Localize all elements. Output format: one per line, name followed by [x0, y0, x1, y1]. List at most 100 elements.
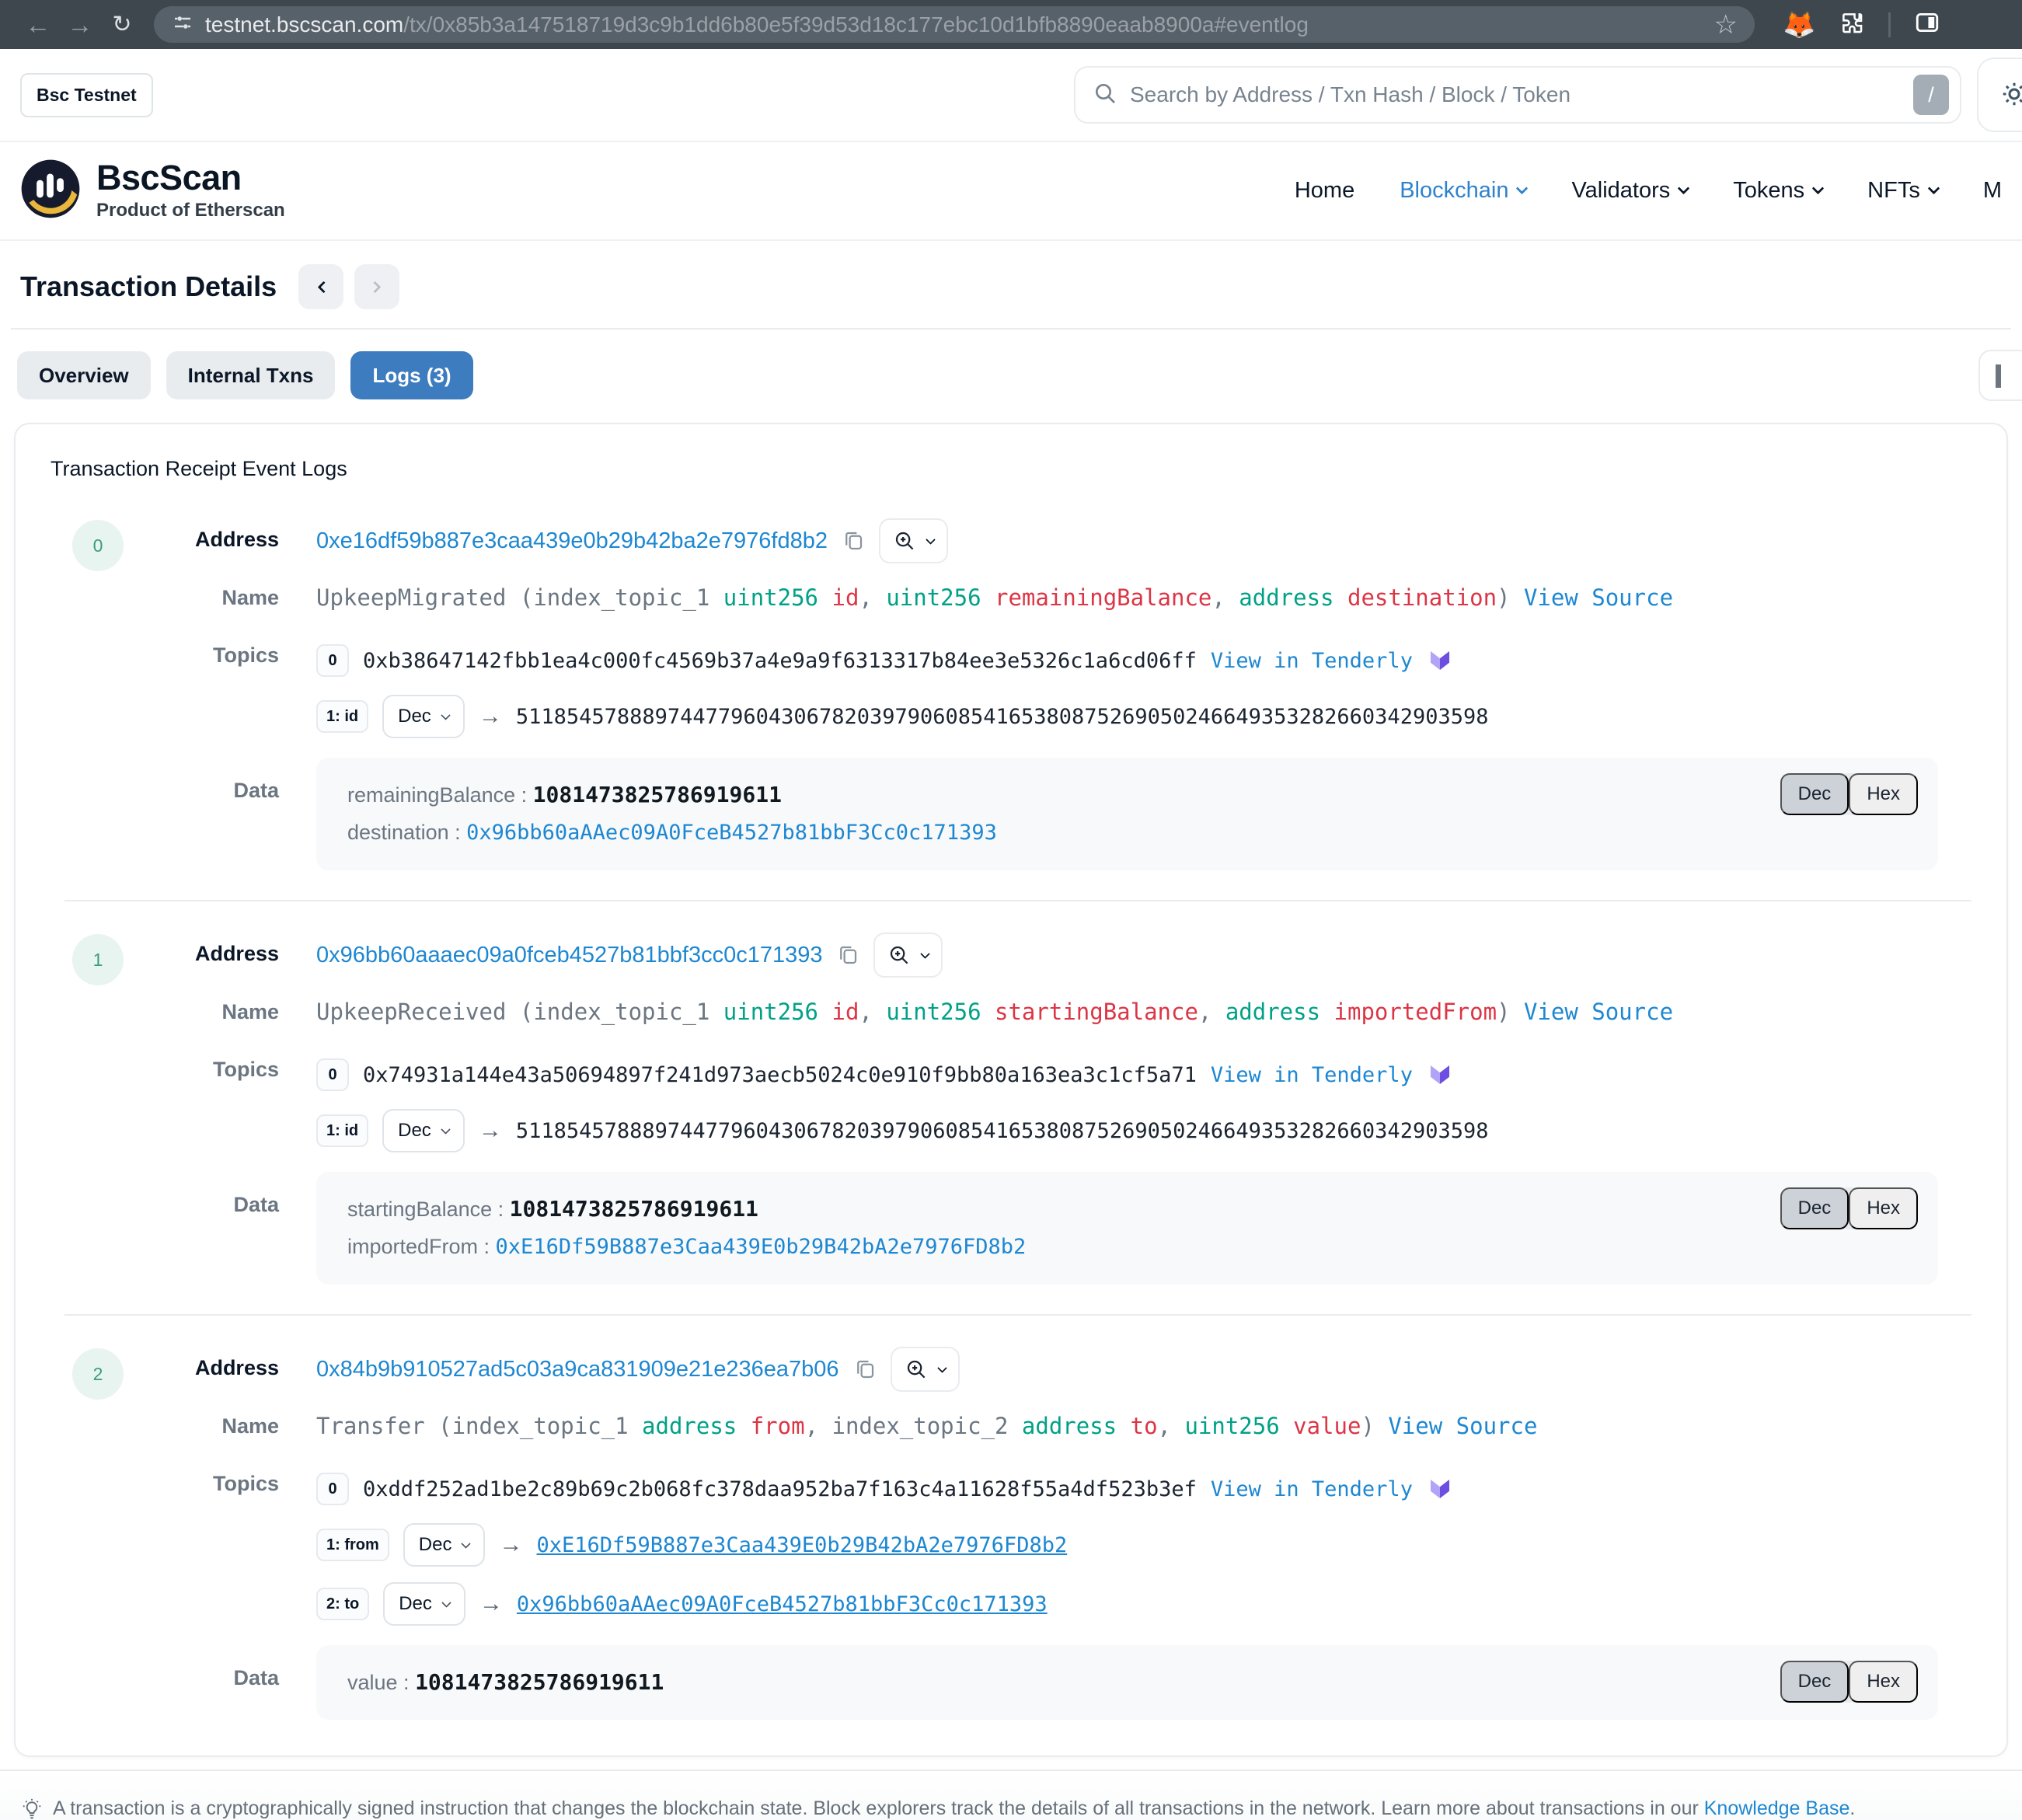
dec-hex-toggle: DecHex: [1780, 1661, 1918, 1703]
chevron-down-icon: [1516, 183, 1529, 195]
side-panel-icon[interactable]: [1914, 9, 1940, 40]
data-value: 1081473825786919611: [533, 782, 782, 807]
event-name-part: uint256: [723, 999, 818, 1025]
browser-back-icon[interactable]: ←: [17, 10, 59, 40]
page-footer: A transaction is a cryptographically sig…: [0, 1769, 2022, 1820]
next-transaction-button[interactable]: [354, 264, 399, 309]
search-placeholder: Search by Address / Txn Hash / Block / T…: [1130, 82, 1901, 107]
chevron-down-icon: [441, 1124, 451, 1135]
chevron-down-icon: [921, 949, 931, 959]
log-address-link[interactable]: 0xe16df59b887e3caa439e0b29b42ba2e7976fd8…: [316, 528, 828, 554]
hex-toggle-button[interactable]: Hex: [1849, 1187, 1918, 1229]
topic-index-badge: 0: [316, 644, 349, 677]
bscscan-logo[interactable]: BscScan Product of Etherscan: [20, 159, 285, 223]
bookmark-star-icon[interactable]: ☆: [1714, 9, 1738, 40]
theme-toggle-button[interactable]: [1977, 58, 2022, 132]
copy-icon[interactable]: [842, 529, 865, 553]
view-in-tenderly-link[interactable]: View in Tenderly: [1211, 1063, 1413, 1087]
topic-encoding-dropdown[interactable]: Dec: [383, 1582, 465, 1626]
log-address-link[interactable]: 0x96bb60aaaec09a0fceb4527b81bbf3cc0c1713…: [316, 943, 822, 968]
nav-item-m[interactable]: M: [1983, 178, 2002, 204]
nav-item-nfts[interactable]: NFTs: [1867, 178, 1938, 204]
log-address-link[interactable]: 0x84b9b910527ad5c03a9ca831909e21e236ea7b…: [316, 1357, 839, 1382]
data-address-link[interactable]: 0x96bb60aAAec09A0FceB4527b81bbF3Cc0c1713…: [466, 821, 997, 845]
address-label: Address: [16, 931, 316, 976]
nav-item-blockchain[interactable]: Blockchain: [1400, 178, 1526, 204]
event-name-row: UpkeepMigrated (index_topic_1 uint256 id…: [316, 581, 2006, 615]
topic-value-link[interactable]: 0x96bb60aAAec09A0FceB4527b81bbF3Cc0c1713…: [517, 1592, 1048, 1616]
copy-icon[interactable]: [836, 943, 859, 967]
browser-forward-icon[interactable]: →: [59, 10, 101, 40]
view-source-link[interactable]: View Source: [1524, 999, 1673, 1025]
site-settings-icon[interactable]: [171, 11, 194, 38]
dec-toggle-button[interactable]: Dec: [1780, 1187, 1849, 1229]
data-line: destination : 0x96bb60aAAec09A0FceB4527b…: [347, 814, 1907, 852]
log-index-badge: 1: [72, 934, 124, 985]
event-name-part: value: [1293, 1413, 1361, 1439]
search-input[interactable]: Search by Address / Txn Hash / Block / T…: [1074, 66, 1961, 124]
event-name-part: [1334, 584, 1347, 611]
nav-item-label: Tokens: [1733, 178, 1804, 204]
event-name-part: id: [831, 584, 859, 611]
copy-icon[interactable]: [853, 1358, 877, 1381]
site-header-top: Bsc Testnet Search by Address / Txn Hash…: [0, 49, 2022, 142]
chevron-left-icon: [317, 281, 329, 293]
chevron-down-icon: [462, 1539, 472, 1549]
dec-toggle-button[interactable]: Dec: [1780, 1661, 1849, 1703]
network-badge[interactable]: Bsc Testnet: [20, 73, 153, 117]
topic-index-badge: 0: [316, 1473, 349, 1505]
event-name-part: [981, 999, 995, 1025]
toolbar-separator: [1888, 12, 1891, 37]
search-shortcut-badge: /: [1913, 75, 1949, 115]
tab-overview[interactable]: Overview: [17, 351, 151, 399]
tab-logs-3-[interactable]: Logs (3): [350, 351, 472, 399]
address-bar[interactable]: testnet.bscscan.com/tx/0x85b3a147518719d…: [154, 6, 1755, 43]
topic-row: 1: idDec→5118545788897447796043067820397…: [316, 694, 2006, 739]
page-title-row: Transaction Details: [0, 241, 2022, 328]
tab-internal-txns[interactable]: Internal Txns: [166, 351, 336, 399]
topic-encoding-dropdown[interactable]: Dec: [403, 1523, 486, 1567]
metamask-icon[interactable]: 🦊: [1783, 12, 1815, 38]
topic-value: 5118545788897447796043067820397906085416…: [516, 705, 1489, 729]
event-name-part: address: [1225, 999, 1320, 1025]
extensions-puzzle-icon[interactable]: [1839, 9, 1865, 40]
previous-transaction-button[interactable]: [298, 264, 343, 309]
data-address-link[interactable]: 0xE16Df59B887e3Caa439E0b29B42bA2e7976FD8…: [496, 1235, 1027, 1259]
topic-encoding-dropdown[interactable]: Dec: [382, 695, 465, 738]
dec-hex-toggle: DecHex: [1780, 773, 1918, 815]
dec-toggle-button[interactable]: Dec: [1780, 773, 1849, 815]
overflow-glyph: [1996, 364, 2001, 388]
topic-encoding-dropdown[interactable]: Dec: [382, 1109, 465, 1152]
view-in-tenderly-link[interactable]: View in Tenderly: [1211, 649, 1413, 673]
address-zoom-button[interactable]: [891, 1347, 960, 1392]
tab-bar: Overview Internal Txns Logs (3): [0, 329, 2022, 423]
event-name-part: [981, 584, 995, 611]
chevron-down-icon: [441, 710, 451, 720]
topic-value: 5118545788897447796043067820397906085416…: [516, 1119, 1489, 1143]
nav-item-tokens[interactable]: Tokens: [1733, 178, 1822, 204]
hex-toggle-button[interactable]: Hex: [1849, 1661, 1918, 1703]
address-label: Address: [16, 1345, 316, 1390]
event-name-part: address: [1022, 1413, 1117, 1439]
topic-index-badge: 0: [316, 1058, 349, 1091]
hex-toggle-button[interactable]: Hex: [1849, 773, 1918, 815]
tenderly-icon: [1427, 1476, 1453, 1502]
data-field-name: importedFrom :: [347, 1235, 496, 1258]
address-zoom-button[interactable]: [873, 933, 943, 978]
knowledge-base-link[interactable]: Knowledge Base: [1704, 1797, 1850, 1819]
event-name-row: Transfer (index_topic_1 address from, in…: [316, 1409, 2006, 1443]
name-label: Name: [16, 581, 316, 615]
topic-value-link[interactable]: 0xE16Df59B887e3Caa439E0b29B42bA2e7976FD8…: [536, 1533, 1067, 1557]
tab-bar-overflow-button[interactable]: [1978, 350, 2022, 401]
event-name-part: , index_topic_2: [805, 1413, 1022, 1439]
view-in-tenderly-link[interactable]: View in Tenderly: [1211, 1477, 1413, 1501]
chevron-down-icon: [937, 1363, 947, 1373]
nav-item-home[interactable]: Home: [1295, 178, 1354, 204]
chevron-down-icon: [1678, 183, 1690, 195]
nav-item-validators[interactable]: Validators: [1571, 178, 1688, 204]
view-source-link[interactable]: View Source: [1388, 1413, 1537, 1439]
browser-reload-icon[interactable]: ↻: [101, 11, 143, 38]
view-source-link[interactable]: View Source: [1524, 584, 1673, 611]
data-field-name: destination :: [347, 821, 466, 844]
address-zoom-button[interactable]: [879, 518, 948, 563]
